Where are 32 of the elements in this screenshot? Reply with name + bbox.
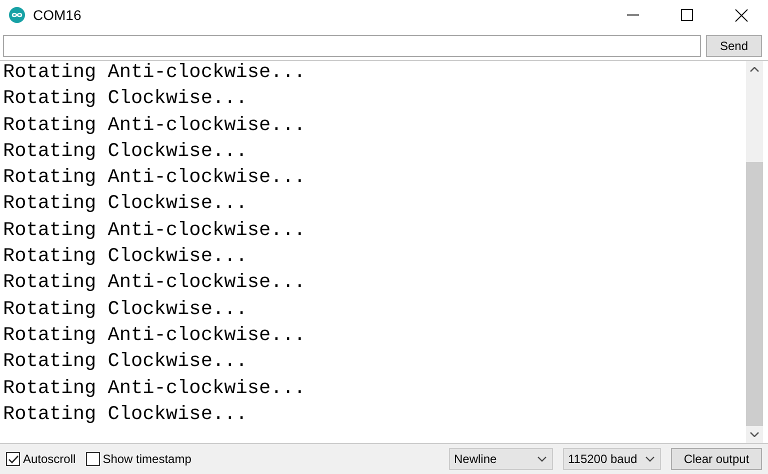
minimize-icon [627, 14, 639, 16]
chevron-down-icon [645, 456, 655, 462]
checkbox-label: Autoscroll [23, 452, 76, 466]
scrollbar[interactable] [746, 61, 763, 443]
output-line: Rotating Anti-clockwise... [3, 112, 307, 138]
maximize-icon [681, 9, 693, 21]
output-line: Rotating Clockwise... [3, 296, 248, 322]
output-line: Rotating Clockwise... [3, 191, 248, 216]
message-input-field[interactable] [3, 34, 701, 56]
output-line: Rotating Clockwise... [3, 244, 248, 270]
line-ending-dropdown[interactable]: Newline [449, 448, 553, 470]
chevron-down-icon [537, 456, 547, 462]
output-line: Rotating Anti-clockwise... [3, 270, 307, 296]
send-button[interactable]: Send [706, 34, 762, 56]
output-line: Rotating Anti-clockwise... [3, 165, 307, 190]
output-line: Rotating Anti-clockwise... [3, 322, 307, 348]
output-line: Rotating Anti-clockwise... [3, 61, 307, 85]
close-icon [734, 8, 748, 22]
window-title: COM16 [33, 7, 82, 23]
checkbox[interactable] [86, 452, 100, 466]
output-line: Rotating Clockwise... [3, 402, 248, 427]
output-line: Rotating Clockwise... [3, 138, 248, 164]
clear-output-button[interactable]: Clear output [671, 448, 762, 470]
baud-rate-dropdown[interactable]: 115200 baud [563, 448, 661, 470]
output-line: Rotating Clockwise... [3, 86, 248, 112]
output-line: Rotating Clockwise... [3, 349, 248, 374]
output-line: Rotating Anti-clockwise... [3, 218, 307, 243]
output-line: Rotating Anti-clockwise... [3, 376, 307, 401]
infinity-logo-icon [9, 7, 25, 23]
scrollbar-thumb[interactable] [746, 162, 763, 426]
checkbox[interactable] [6, 452, 20, 466]
checkbox-label: Show timestamp [102, 452, 192, 466]
